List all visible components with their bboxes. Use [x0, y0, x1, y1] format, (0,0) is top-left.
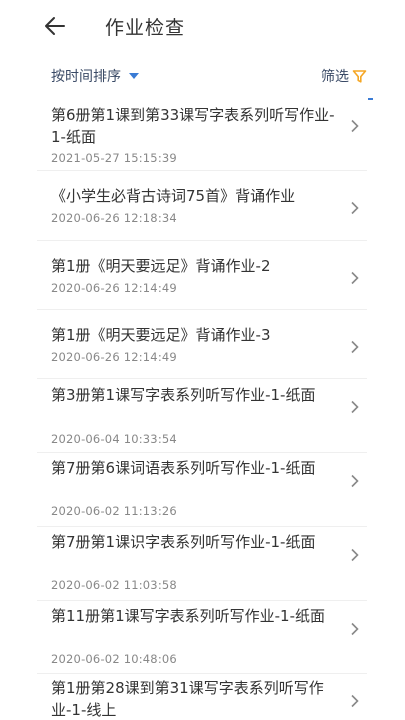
- page-title: 作业检查: [105, 17, 186, 39]
- chevron-right-icon: [351, 548, 359, 562]
- list-item[interactable]: 第3册第1课写字表系列听写作业-1-纸面 2020-06-04 10:33:54: [37, 379, 367, 453]
- chevron-right-icon: [351, 271, 359, 285]
- scroll-indicator: [368, 98, 373, 100]
- homework-title: 第1册第28课到第31课写字表系列听写作业-1-线上: [51, 679, 324, 719]
- list-item[interactable]: 第1册《明天要远足》背诵作业-3 2020-06-26 12:14:49: [37, 310, 367, 379]
- homework-title: 第6册第1课到第33课写字表系列听写作业-1-纸面: [51, 106, 335, 146]
- homework-time: 2020-06-26 12:14:49: [51, 350, 177, 364]
- filter-label: 筛选: [321, 69, 349, 85]
- list-item[interactable]: 第1册《明天要远足》背诵作业-2 2020-06-26 12:14:49: [37, 241, 367, 310]
- header: 作业检查: [0, 0, 405, 54]
- homework-title: 第3册第1课写字表系列听写作业-1-纸面: [51, 386, 316, 404]
- funnel-icon: [352, 69, 367, 83]
- sort-by-time-dropdown[interactable]: 按时间排序: [51, 66, 139, 86]
- sort-label: 按时间排序: [51, 69, 121, 85]
- list-item[interactable]: 《小学生必背古诗词75首》背诵作业 2020-06-26 12:18:34: [37, 171, 367, 241]
- list-item[interactable]: 第11册第1课写字表系列听写作业-1-纸面 2020-06-02 10:48:0…: [37, 601, 367, 674]
- chevron-right-icon: [351, 622, 359, 636]
- chevron-right-icon: [351, 119, 359, 133]
- homework-list: 第6册第1课到第33课写字表系列听写作业-1-纸面 2021-05-27 15:…: [37, 98, 367, 720]
- caret-down-icon: [129, 73, 139, 79]
- homework-time: 2020-06-02 10:48:06: [51, 652, 177, 666]
- homework-title: 第11册第1课写字表系列听写作业-1-纸面: [51, 607, 326, 625]
- list-item[interactable]: 第7册第1课识字表系列听写作业-1-纸面 2020-06-02 11:03:58: [37, 527, 367, 601]
- homework-title: 《小学生必背古诗词75首》背诵作业: [51, 187, 296, 205]
- list-item[interactable]: 第7册第6课词语表系列听写作业-1-纸面 2020-06-02 11:13:26: [37, 453, 367, 527]
- chevron-right-icon: [351, 474, 359, 488]
- homework-title: 第1册《明天要远足》背诵作业-2: [51, 257, 271, 275]
- arrow-left-icon[interactable]: [44, 14, 66, 38]
- chevron-right-icon: [351, 694, 359, 708]
- list-item[interactable]: 第6册第1课到第33课写字表系列听写作业-1-纸面 2021-05-27 15:…: [37, 98, 367, 171]
- homework-time: 2021-05-27 15:15:39: [51, 151, 177, 165]
- homework-time: 2020-06-04 10:33:54: [51, 432, 177, 446]
- toolbar: 按时间排序 筛选: [0, 60, 405, 92]
- chevron-right-icon: [351, 201, 359, 215]
- homework-time: 2020-06-02 11:03:58: [51, 578, 177, 592]
- homework-title: 第1册《明天要远足》背诵作业-3: [51, 326, 271, 344]
- homework-time: 2020-06-26 12:14:49: [51, 281, 177, 295]
- chevron-right-icon: [351, 400, 359, 414]
- homework-title: 第7册第6课词语表系列听写作业-1-纸面: [51, 459, 316, 477]
- list-item[interactable]: 第1册第28课到第31课写字表系列听写作业-1-线上: [37, 674, 367, 720]
- homework-time: 2020-06-26 12:18:34: [51, 211, 177, 225]
- homework-title: 第7册第1课识字表系列听写作业-1-纸面: [51, 533, 316, 551]
- filter-button[interactable]: 筛选: [321, 66, 367, 86]
- homework-time: 2020-06-02 11:13:26: [51, 504, 177, 518]
- chevron-right-icon: [351, 340, 359, 354]
